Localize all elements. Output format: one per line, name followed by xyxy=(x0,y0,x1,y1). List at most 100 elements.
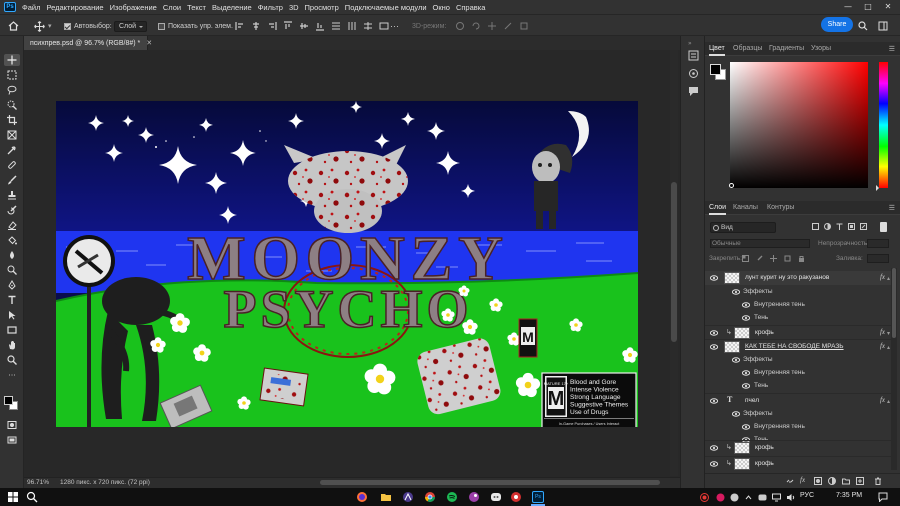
filter-pixel-icon[interactable] xyxy=(812,223,819,233)
align-spacing-icon[interactable] xyxy=(379,21,389,31)
new-layer-icon[interactable] xyxy=(856,477,864,485)
layer-filter-select[interactable]: Вид xyxy=(710,222,776,233)
expand-effects-icon[interactable]: ▾ xyxy=(887,330,890,337)
quick-select-tool-icon[interactable] xyxy=(4,99,20,111)
effect-eye-icon[interactable] xyxy=(742,369,750,377)
menu-edit[interactable]: Редактирование xyxy=(43,3,106,12)
layer-fx-icon[interactable]: fx xyxy=(880,328,885,336)
zoom-tool-icon[interactable] xyxy=(4,354,20,366)
tab-color[interactable]: Цвет xyxy=(709,42,725,56)
search-icon[interactable] xyxy=(26,491,38,503)
clone-stamp-tool-icon[interactable] xyxy=(4,189,20,201)
layer-name[interactable]: пчел xyxy=(745,397,759,404)
maximize-icon[interactable]: □ xyxy=(858,0,878,14)
tab-channels[interactable]: Каналы xyxy=(733,201,758,215)
lasso-tool-icon[interactable] xyxy=(4,84,20,96)
filter-toggle[interactable] xyxy=(880,222,887,232)
eraser-tool-icon[interactable] xyxy=(4,219,20,231)
effect-eye-icon[interactable] xyxy=(742,382,750,390)
show-transform-checkbox[interactable] xyxy=(158,22,165,30)
tab-swatches[interactable]: Образцы xyxy=(733,42,762,56)
share-button[interactable]: Share xyxy=(821,17,853,32)
comments-icon[interactable] xyxy=(688,86,699,97)
file-explorer-icon[interactable] xyxy=(380,491,392,503)
autoselect-checkbox[interactable] xyxy=(64,22,71,30)
layers-scrollbar[interactable] xyxy=(891,268,897,470)
add-layer-style-icon[interactable]: fx xyxy=(800,476,808,484)
align-bottom-icon[interactable] xyxy=(315,21,325,31)
layer-fx-icon[interactable]: fx xyxy=(880,342,885,350)
align-top-icon[interactable] xyxy=(283,21,293,31)
color-picker-ring[interactable] xyxy=(729,183,734,188)
lock-brush-icon[interactable] xyxy=(756,255,763,262)
layer-row[interactable]: КАК ТЕБЕ НА СВОБОДЕ МРАЗЬ fx ▴ xyxy=(705,339,891,353)
layer-row[interactable]: ↳ крофь xyxy=(705,456,891,470)
visibility-eye-icon[interactable] xyxy=(710,460,718,468)
3d-slide-icon[interactable] xyxy=(503,21,513,31)
align-center-h-icon[interactable] xyxy=(251,21,261,31)
visibility-eye-icon[interactable] xyxy=(710,329,718,337)
distribute-center-icon[interactable] xyxy=(363,21,373,31)
brush-tool-icon[interactable] xyxy=(4,174,20,186)
hand-tool-icon[interactable] xyxy=(4,339,20,351)
3d-orbit-icon[interactable] xyxy=(455,21,465,31)
layer-effect-item[interactable]: Внутренняя тень xyxy=(705,298,891,312)
autoselect-toggle[interactable]: Автовыбор: xyxy=(64,15,112,37)
filter-shape-icon[interactable] xyxy=(848,223,855,233)
3d-scale-icon[interactable] xyxy=(519,21,529,31)
color-saturation-field[interactable] xyxy=(730,62,868,188)
document-info[interactable]: 1280 пикс. x 720 пикс. (72 ppi) xyxy=(60,479,150,486)
layer-row[interactable]: ↳ крофь xyxy=(705,440,891,454)
canvas-vertical-scrollbar[interactable] xyxy=(670,50,678,476)
layer-row[interactable]: лунт курит ну это ракузанов fx ▴ xyxy=(705,271,891,285)
hue-slider-handle[interactable] xyxy=(876,185,882,191)
effect-eye-icon[interactable] xyxy=(742,314,750,322)
delete-layer-icon[interactable] xyxy=(874,477,882,485)
eyedropper-tool-icon[interactable] xyxy=(4,144,20,156)
path-select-tool-icon[interactable] xyxy=(4,309,20,321)
lock-artboard-icon[interactable] xyxy=(784,255,791,262)
visibility-eye-icon[interactable] xyxy=(710,274,718,282)
volume-icon[interactable] xyxy=(786,493,795,502)
tab-layers[interactable]: Слои xyxy=(709,201,727,215)
lock-all-icon[interactable] xyxy=(798,255,805,262)
filter-smart-object-icon[interactable] xyxy=(860,223,867,233)
close-tab-icon[interactable]: ✕ xyxy=(146,39,152,47)
visibility-eye-icon[interactable] xyxy=(710,343,718,351)
lock-transparent-icon[interactable] xyxy=(742,255,749,262)
discord-icon[interactable] xyxy=(490,491,502,503)
layer-row[interactable]: T пчел fx ▴ xyxy=(705,393,891,407)
tray-steam-icon[interactable] xyxy=(730,493,739,502)
menu-select[interactable]: Выделение xyxy=(209,3,255,12)
effects-eye-icon[interactable] xyxy=(732,410,740,418)
frame-tool-icon[interactable] xyxy=(4,129,20,141)
show-transform-toggle[interactable]: Показать упр. элем. xyxy=(158,15,233,37)
menu-plugins[interactable]: Подключаемые модули xyxy=(342,3,430,12)
layer-effects-row[interactable]: Эффекты xyxy=(705,353,891,367)
zoom-level[interactable]: 96.71% xyxy=(27,479,49,486)
menu-window[interactable]: Окно xyxy=(430,3,453,12)
opacity-input[interactable] xyxy=(867,239,889,248)
new-group-icon[interactable] xyxy=(842,477,850,485)
network-icon[interactable] xyxy=(772,493,781,502)
layer-name[interactable]: крофь xyxy=(755,444,774,451)
tab-gradients[interactable]: Градиенты xyxy=(769,42,804,56)
menu-file[interactable]: Файл xyxy=(19,3,43,12)
tray-app-icon[interactable] xyxy=(716,493,725,502)
tray-discord-icon[interactable] xyxy=(758,493,767,502)
align-right-icon[interactable] xyxy=(267,21,277,31)
menu-3d[interactable]: 3D xyxy=(286,3,302,12)
healing-brush-tool-icon[interactable] xyxy=(4,159,20,171)
lock-position-icon[interactable] xyxy=(770,255,777,262)
tab-paths[interactable]: Контуры xyxy=(767,201,794,215)
history-brush-tool-icon[interactable] xyxy=(4,204,20,216)
document-tab[interactable]: психпрев.psd @ 96.7% (RGB/8#) * ✕ xyxy=(24,36,152,50)
canvas-horizontal-scrollbar[interactable] xyxy=(320,480,660,485)
visibility-eye-icon[interactable] xyxy=(710,397,718,405)
panel-menu-icon[interactable]: ☰ xyxy=(889,45,895,53)
collapse-effects-icon[interactable]: ▴ xyxy=(887,344,890,351)
scroll-thumb[interactable] xyxy=(671,182,677,342)
layer-name[interactable]: крофь xyxy=(755,329,774,336)
photoshop-logo[interactable]: Ps xyxy=(4,2,16,12)
steam-icon[interactable] xyxy=(468,491,480,503)
